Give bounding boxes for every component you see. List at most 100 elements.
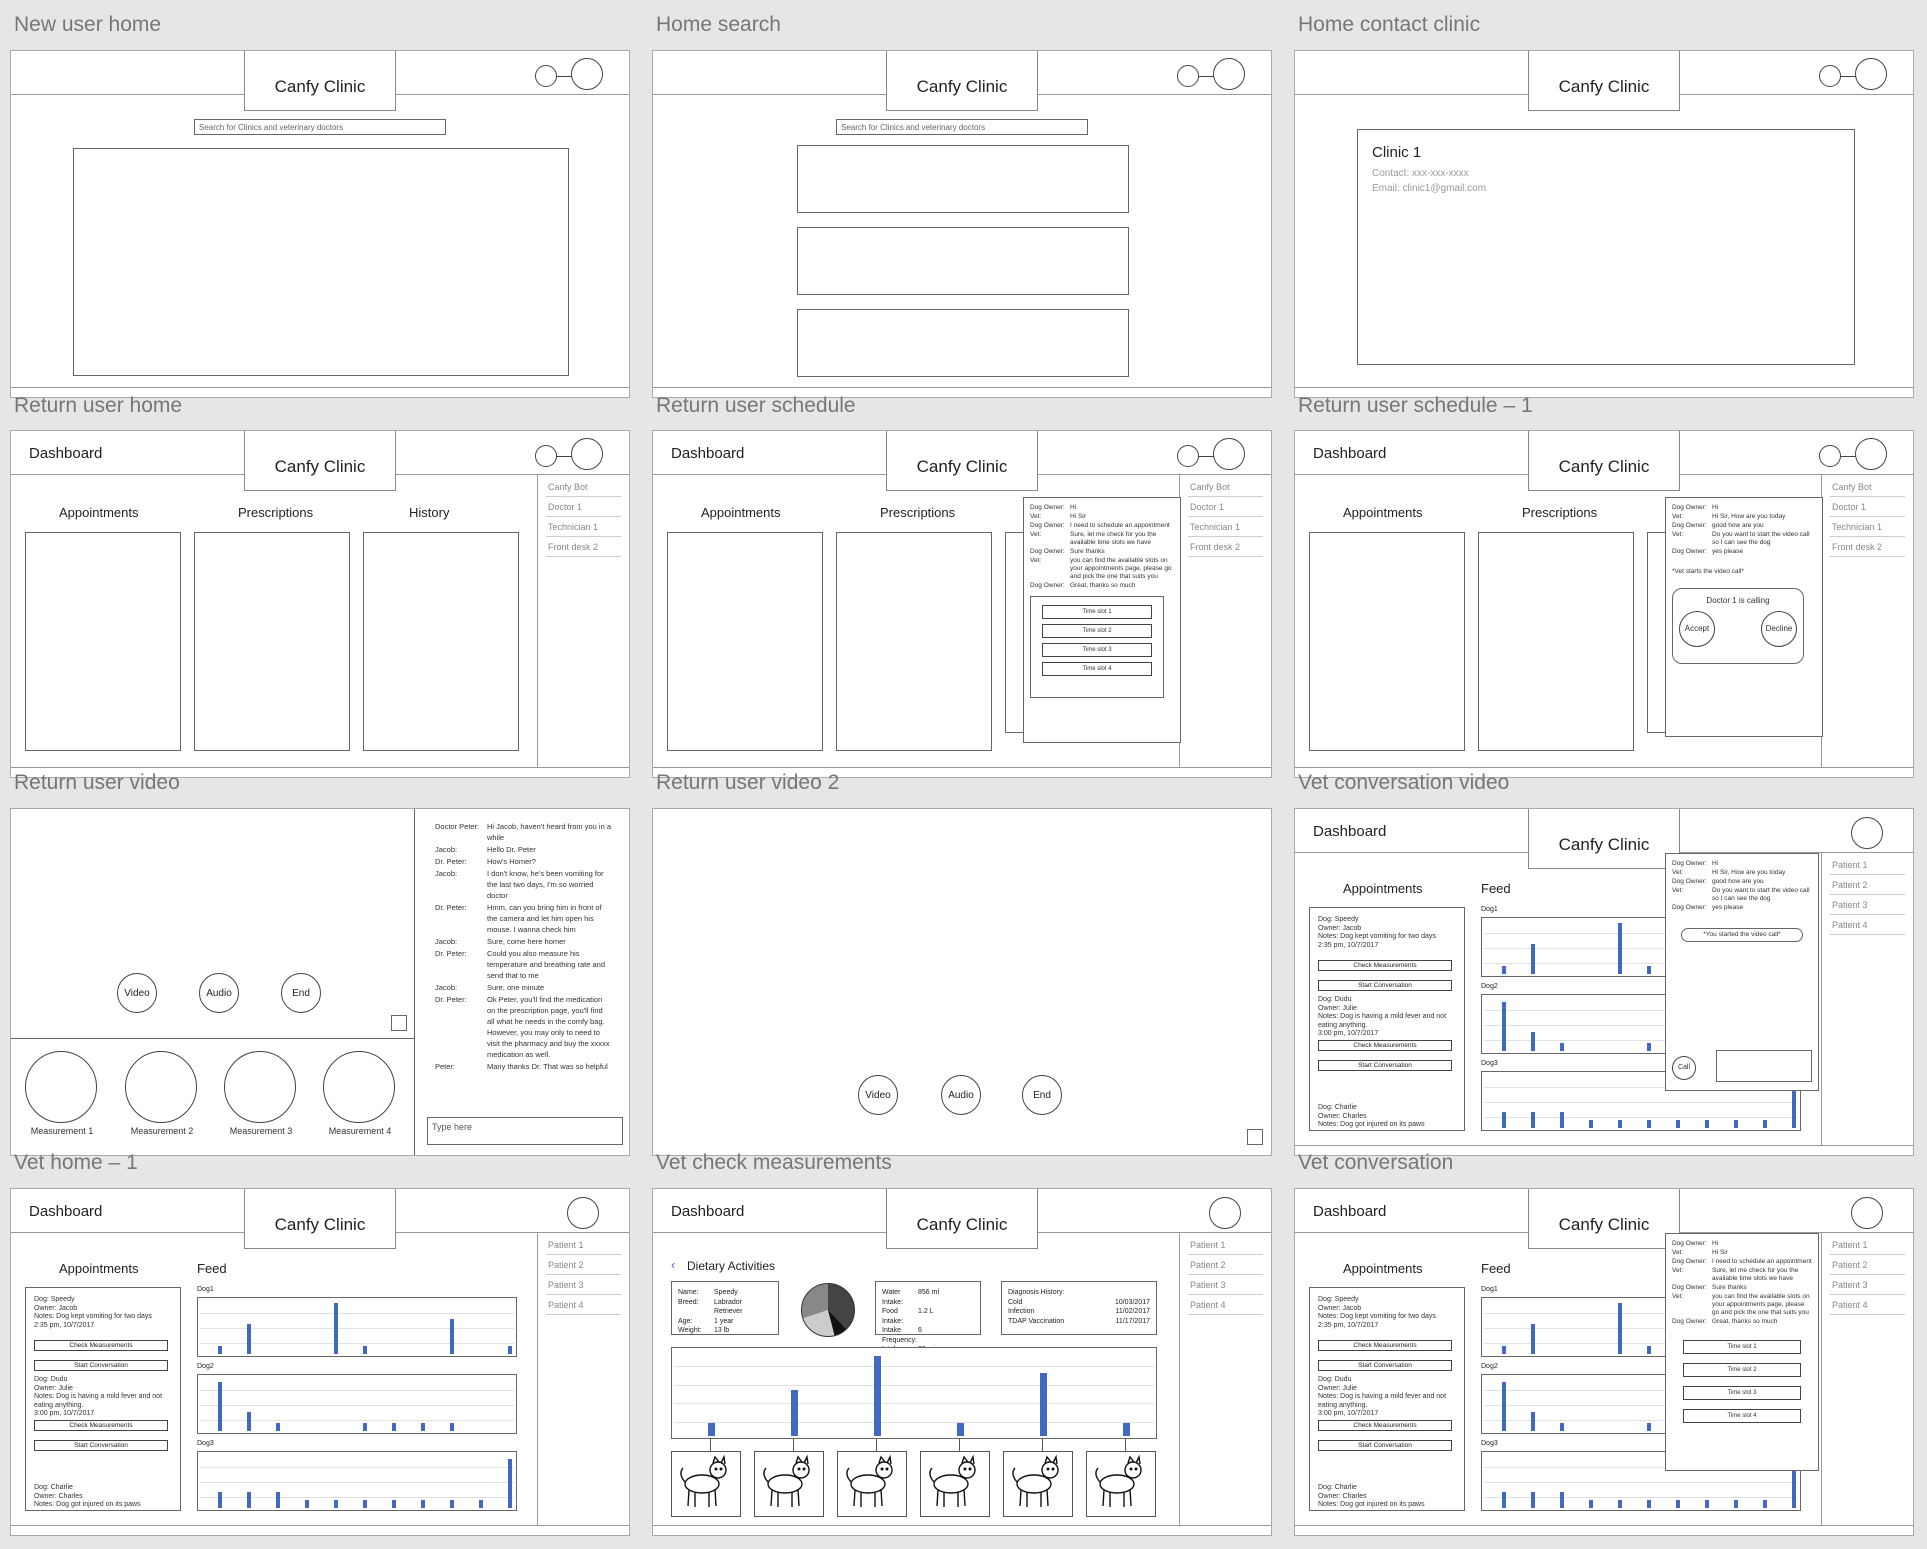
audio-button[interactable]: Audio — [199, 973, 239, 1013]
toggle-icon[interactable] — [535, 438, 603, 470]
dashboard-link[interactable]: Dashboard — [29, 1203, 102, 1220]
fullscreen-icon[interactable] — [391, 1015, 407, 1031]
start-conversation-button[interactable]: Start Conversation — [1318, 1360, 1452, 1371]
video-button[interactable]: Video — [117, 973, 157, 1013]
time-slot-button[interactable]: Time slot 1 — [1683, 1340, 1801, 1354]
sidebar-item[interactable]: Technician 1 — [546, 517, 621, 537]
dashboard-link[interactable]: Dashboard — [671, 445, 744, 462]
end-button[interactable]: End — [1022, 1075, 1062, 1115]
time-slot-button[interactable]: Time slot 1 — [1041, 605, 1153, 619]
sidebar-item[interactable]: Canfy Bot — [1188, 477, 1263, 497]
avatar-icon[interactable] — [567, 1197, 599, 1229]
brand-tab[interactable]: Canfy Clinic — [1528, 809, 1680, 869]
sidebar-item[interactable]: Front desk 2 — [1830, 537, 1905, 557]
start-conversation-button[interactable]: Start Conversation — [34, 1360, 168, 1371]
dog-icon[interactable] — [1086, 1451, 1156, 1517]
sidebar-item[interactable]: Patient 4 — [1830, 915, 1905, 935]
sidebar-item[interactable]: Canfy Bot — [546, 477, 621, 497]
check-measurements-button[interactable]: Check Measurements — [1318, 1040, 1452, 1051]
check-measurements-button[interactable]: Check Measurements — [34, 1420, 168, 1431]
check-measurements-button[interactable]: Check Measurements — [1318, 1340, 1452, 1351]
sidebar-item[interactable]: Patient 1 — [1830, 1235, 1905, 1255]
sidebar-item[interactable]: Technician 1 — [1188, 517, 1263, 537]
toggle-icon[interactable] — [1819, 438, 1887, 470]
sidebar-item[interactable]: Doctor 1 — [1188, 497, 1263, 517]
toggle-icon[interactable] — [535, 58, 603, 90]
time-slot-button[interactable]: Time slot 3 — [1041, 643, 1153, 657]
time-slot-button[interactable]: Time slot 4 — [1041, 662, 1153, 676]
search-input[interactable]: Search for Clinics and veterinary doctor… — [836, 119, 1088, 135]
dog-icon[interactable] — [754, 1451, 824, 1517]
dog-icon[interactable] — [837, 1451, 907, 1517]
sidebar-item[interactable]: Patient 1 — [1188, 1235, 1263, 1255]
fullscreen-icon[interactable] — [1247, 1129, 1263, 1145]
dog-icon[interactable] — [1003, 1451, 1073, 1517]
brand-tab[interactable]: Canfy Clinic — [1528, 431, 1680, 491]
call-input[interactable] — [1716, 1050, 1812, 1082]
sidebar-item[interactable]: Canfy Bot — [1830, 477, 1905, 497]
sidebar-item[interactable]: Front desk 2 — [546, 537, 621, 557]
decline-button[interactable]: Decline — [1761, 611, 1797, 647]
sidebar-item[interactable]: Patient 1 — [546, 1235, 621, 1255]
call-button[interactable]: Call — [1672, 1056, 1696, 1080]
brand-tab[interactable]: Canfy Clinic — [886, 51, 1038, 111]
brand-tab[interactable]: Canfy Clinic — [244, 431, 396, 491]
search-input[interactable]: Search for Clinics and veterinary doctor… — [194, 119, 446, 135]
end-button[interactable]: End — [281, 973, 321, 1013]
audio-button[interactable]: Audio — [941, 1075, 981, 1115]
brand-tab[interactable]: Canfy Clinic — [1528, 51, 1680, 111]
time-slot-button[interactable]: Time slot 3 — [1683, 1386, 1801, 1400]
avatar-icon[interactable] — [1209, 1197, 1241, 1229]
sidebar-item[interactable]: Patient 3 — [546, 1275, 621, 1295]
chevron-left-icon[interactable]: ‹ — [671, 1257, 675, 1272]
sidebar-item[interactable]: Patient 1 — [1830, 855, 1905, 875]
dog-icon[interactable] — [671, 1451, 741, 1517]
start-conversation-button[interactable]: Start Conversation — [1318, 1440, 1452, 1451]
dog-icon[interactable] — [920, 1451, 990, 1517]
time-slot-button[interactable]: Time slot 2 — [1041, 624, 1153, 638]
sidebar-item[interactable]: Patient 2 — [1188, 1255, 1263, 1275]
toggle-icon[interactable] — [1819, 58, 1887, 90]
brand-tab[interactable]: Canfy Clinic — [1528, 1189, 1680, 1249]
sidebar-item[interactable]: Patient 4 — [1188, 1295, 1263, 1315]
sidebar-item[interactable]: Patient 3 — [1830, 1275, 1905, 1295]
search-result-card[interactable] — [797, 309, 1129, 377]
measurement-gauge[interactable] — [323, 1051, 395, 1123]
sidebar-item[interactable]: Patient 3 — [1830, 895, 1905, 915]
start-conversation-button[interactable]: Start Conversation — [34, 1440, 168, 1451]
start-conversation-button[interactable]: Start Conversation — [1318, 980, 1452, 991]
dashboard-link[interactable]: Dashboard — [29, 445, 102, 462]
avatar-icon[interactable] — [1851, 817, 1883, 849]
sidebar-item[interactable]: Doctor 1 — [1830, 497, 1905, 517]
toggle-icon[interactable] — [1177, 438, 1245, 470]
sidebar-item[interactable]: Patient 4 — [546, 1295, 621, 1315]
brand-tab[interactable]: Canfy Clinic — [886, 1189, 1038, 1249]
dashboard-link[interactable]: Dashboard — [671, 1203, 744, 1220]
dashboard-link[interactable]: Dashboard — [1313, 445, 1386, 462]
dashboard-link[interactable]: Dashboard — [1313, 1203, 1386, 1220]
measurement-gauge[interactable] — [125, 1051, 197, 1123]
video-button[interactable]: Video — [858, 1075, 898, 1115]
sidebar-item[interactable]: Front desk 2 — [1188, 537, 1263, 557]
check-measurements-button[interactable]: Check Measurements — [34, 1340, 168, 1351]
dashboard-link[interactable]: Dashboard — [1313, 823, 1386, 840]
brand-tab[interactable]: Canfy Clinic — [886, 431, 1038, 491]
brand-tab[interactable]: Canfy Clinic — [244, 51, 396, 111]
sidebar-item[interactable]: Technician 1 — [1830, 517, 1905, 537]
check-measurements-button[interactable]: Check Measurements — [1318, 1420, 1452, 1431]
message-input[interactable]: Type here — [427, 1117, 623, 1145]
sidebar-item[interactable]: Doctor 1 — [546, 497, 621, 517]
accept-button[interactable]: Accept — [1679, 611, 1715, 647]
search-result-card[interactable] — [797, 227, 1129, 295]
sidebar-item[interactable]: Patient 2 — [1830, 875, 1905, 895]
time-slot-button[interactable]: Time slot 2 — [1683, 1363, 1801, 1377]
sidebar-item[interactable]: Patient 3 — [1188, 1275, 1263, 1295]
measurement-gauge[interactable] — [224, 1051, 296, 1123]
brand-tab[interactable]: Canfy Clinic — [244, 1189, 396, 1249]
check-measurements-button[interactable]: Check Measurements — [1318, 960, 1452, 971]
measurement-gauge[interactable] — [25, 1051, 97, 1123]
time-slot-button[interactable]: Time slot 4 — [1683, 1409, 1801, 1423]
sidebar-item[interactable]: Patient 2 — [546, 1255, 621, 1275]
search-result-card[interactable] — [797, 145, 1129, 213]
avatar-icon[interactable] — [1851, 1197, 1883, 1229]
